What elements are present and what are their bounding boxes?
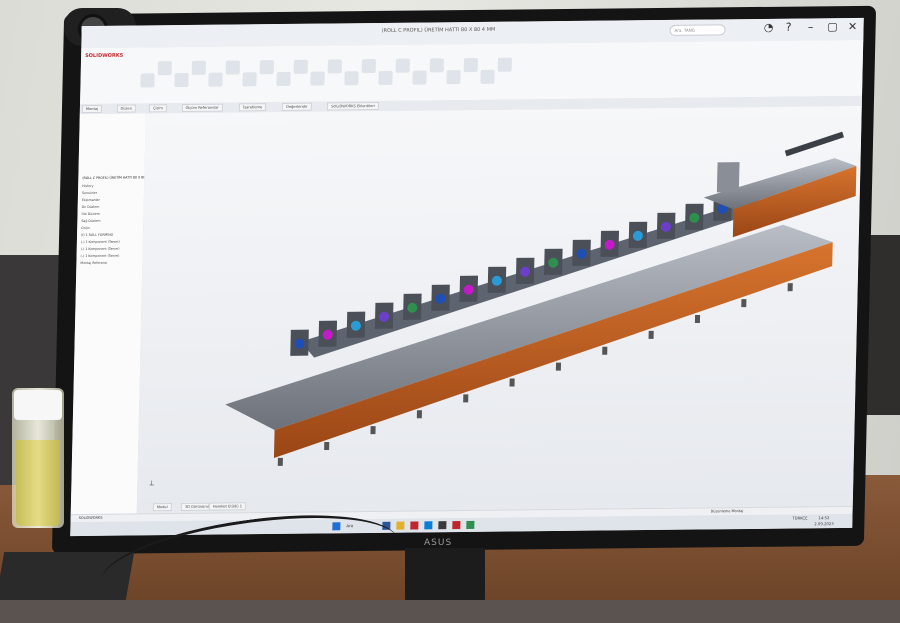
tab-3[interactable]: Ölçüm Referanslar bbox=[181, 103, 223, 113]
leveling-foot bbox=[741, 299, 747, 308]
ribbon-tool-icon[interactable] bbox=[429, 58, 444, 73]
leveling-foot bbox=[602, 346, 608, 355]
user-icon[interactable]: ◔ bbox=[761, 21, 775, 35]
machine-base bbox=[225, 224, 833, 430]
ribbon-tool-icon[interactable] bbox=[412, 70, 427, 85]
tab-0[interactable]: Montaj bbox=[81, 104, 103, 114]
ribbon-tool-icon[interactable] bbox=[157, 61, 172, 76]
leveling-foot bbox=[416, 410, 422, 419]
maximize-button[interactable]: ▢ bbox=[825, 20, 839, 34]
leveling-foot bbox=[509, 378, 515, 387]
leveling-foot bbox=[555, 362, 562, 371]
tree-item[interactable]: (f) 1 ROLL FORMING bbox=[81, 233, 113, 237]
leveling-foot bbox=[463, 394, 469, 403]
taskbar-app-icon[interactable] bbox=[424, 521, 433, 530]
ribbon-tool-icon[interactable] bbox=[191, 60, 206, 75]
tab-4[interactable]: İşaretleme bbox=[239, 103, 267, 112]
tree-item[interactable]: (-) 1 Komponent (Tanım) bbox=[81, 247, 120, 251]
ribbon-tool-icon[interactable] bbox=[259, 60, 274, 75]
ribbon-tool-icon[interactable] bbox=[310, 71, 325, 86]
ribbon-tool-icon[interactable] bbox=[140, 73, 155, 88]
tab-1[interactable]: Düzen bbox=[116, 104, 137, 113]
ribbon-tool-icon[interactable] bbox=[327, 59, 342, 74]
window-title: (ROLL C PROFIL) ÜRETİM HATTI 80 X 80 4 M… bbox=[381, 26, 496, 34]
tree-item[interactable]: Ekipmanlar bbox=[82, 198, 100, 202]
tree-item[interactable]: (-) 1 Komponent (Tanım) bbox=[81, 254, 120, 258]
tree-item[interactable]: (-) 1 Komponent (Tanım) bbox=[81, 240, 120, 244]
leveling-foot bbox=[648, 330, 654, 339]
tree-item[interactable]: Üst Düzlem bbox=[81, 212, 99, 216]
leveling-foot bbox=[370, 426, 376, 435]
leveling-foot bbox=[324, 442, 330, 451]
status-right: Düzenleme Montaj bbox=[710, 509, 744, 514]
feature-tree: (ROLL C PROFIL) ÜRETİM HATTI 80 X 80 4 M… bbox=[70, 113, 155, 515]
ribbon-tool-icon[interactable] bbox=[361, 59, 376, 74]
ribbon-tool-icon[interactable] bbox=[293, 59, 308, 74]
leveling-foot bbox=[277, 457, 283, 466]
taskbar-app-icon[interactable] bbox=[410, 521, 419, 530]
cutoff-unit bbox=[716, 162, 740, 193]
bottle-liquid bbox=[16, 440, 60, 526]
axis-triad-icon: ⟂ bbox=[149, 479, 154, 487]
tree-item[interactable]: Sağ Düzlem bbox=[81, 219, 100, 223]
ribbon-tool-icon[interactable] bbox=[378, 70, 393, 85]
taskbar-app-icon[interactable] bbox=[396, 521, 405, 530]
taskbar-lang: TÜRKÇE bbox=[792, 515, 808, 521]
leveling-foot bbox=[787, 283, 793, 292]
help-icon[interactable]: ? bbox=[781, 21, 795, 35]
search-input[interactable]: Ara. TANG bbox=[669, 24, 726, 36]
monitor-screen: (ROLL C PROFIL) ÜRETİM HATTI 80 X 80 4 M… bbox=[70, 17, 864, 537]
close-button[interactable]: ✕ bbox=[845, 20, 859, 34]
model-tab-2[interactable]: Hareket Etüdü 1 bbox=[208, 502, 247, 511]
taskbar-date: 2.09.2023 bbox=[814, 521, 834, 527]
ribbon-tool-icon[interactable] bbox=[225, 60, 240, 75]
command-ribbon: SOLIDWORKS bbox=[79, 39, 864, 106]
bottle-cap bbox=[14, 390, 62, 420]
minimize-button[interactable]: – bbox=[803, 20, 817, 34]
status-left: SOLIDWORKS bbox=[78, 515, 103, 521]
tree-item[interactable]: History bbox=[82, 184, 93, 188]
model-tab-0[interactable]: Model bbox=[152, 503, 172, 512]
ribbon-tool-icon[interactable] bbox=[276, 71, 291, 87]
tree-item[interactable]: Orijin bbox=[81, 226, 90, 230]
ribbon-tool-icon[interactable] bbox=[208, 72, 223, 87]
tab-2[interactable]: Çizim bbox=[148, 104, 167, 113]
ribbon-tool-icon[interactable] bbox=[242, 72, 257, 87]
tab-5[interactable]: Değerlendir bbox=[282, 102, 312, 111]
roll-forming-line-model: ⟂ bbox=[149, 131, 857, 487]
ribbon-tool-icon[interactable] bbox=[446, 70, 461, 85]
ribbon-tool-icon[interactable] bbox=[463, 57, 478, 73]
monitor-brand-logo: ASUS bbox=[424, 538, 453, 548]
tree-item[interactable]: Ön Düzlem bbox=[82, 205, 100, 209]
ribbon-tool-icon[interactable] bbox=[174, 72, 189, 88]
monitor-stand bbox=[405, 548, 485, 600]
leveling-foot bbox=[694, 314, 701, 324]
taskbar-time: 14:52 bbox=[818, 515, 830, 521]
app-logo: SOLIDWORKS bbox=[85, 52, 124, 60]
taskbar-app-icon[interactable] bbox=[438, 521, 447, 530]
output-rail bbox=[784, 131, 845, 157]
ribbon-tool-icon[interactable] bbox=[395, 58, 410, 73]
ribbon-tool-icon[interactable] bbox=[344, 71, 359, 86]
taskbar-app-icon[interactable] bbox=[466, 520, 475, 529]
graphics-viewport[interactable]: ⟂ Model 3D Görünümler Hareket Etüdü 1 bbox=[136, 105, 862, 514]
tree-item[interactable]: Sensörler bbox=[82, 191, 97, 195]
ribbon-tool-icon[interactable] bbox=[497, 57, 512, 72]
ribbon-tool-icon[interactable] bbox=[480, 69, 495, 84]
taskbar-app-icon[interactable] bbox=[452, 521, 461, 530]
tree-item[interactable]: Montaj Referansı bbox=[80, 261, 107, 265]
tab-6[interactable]: SOLIDWORKS Eklentileri bbox=[327, 101, 379, 111]
